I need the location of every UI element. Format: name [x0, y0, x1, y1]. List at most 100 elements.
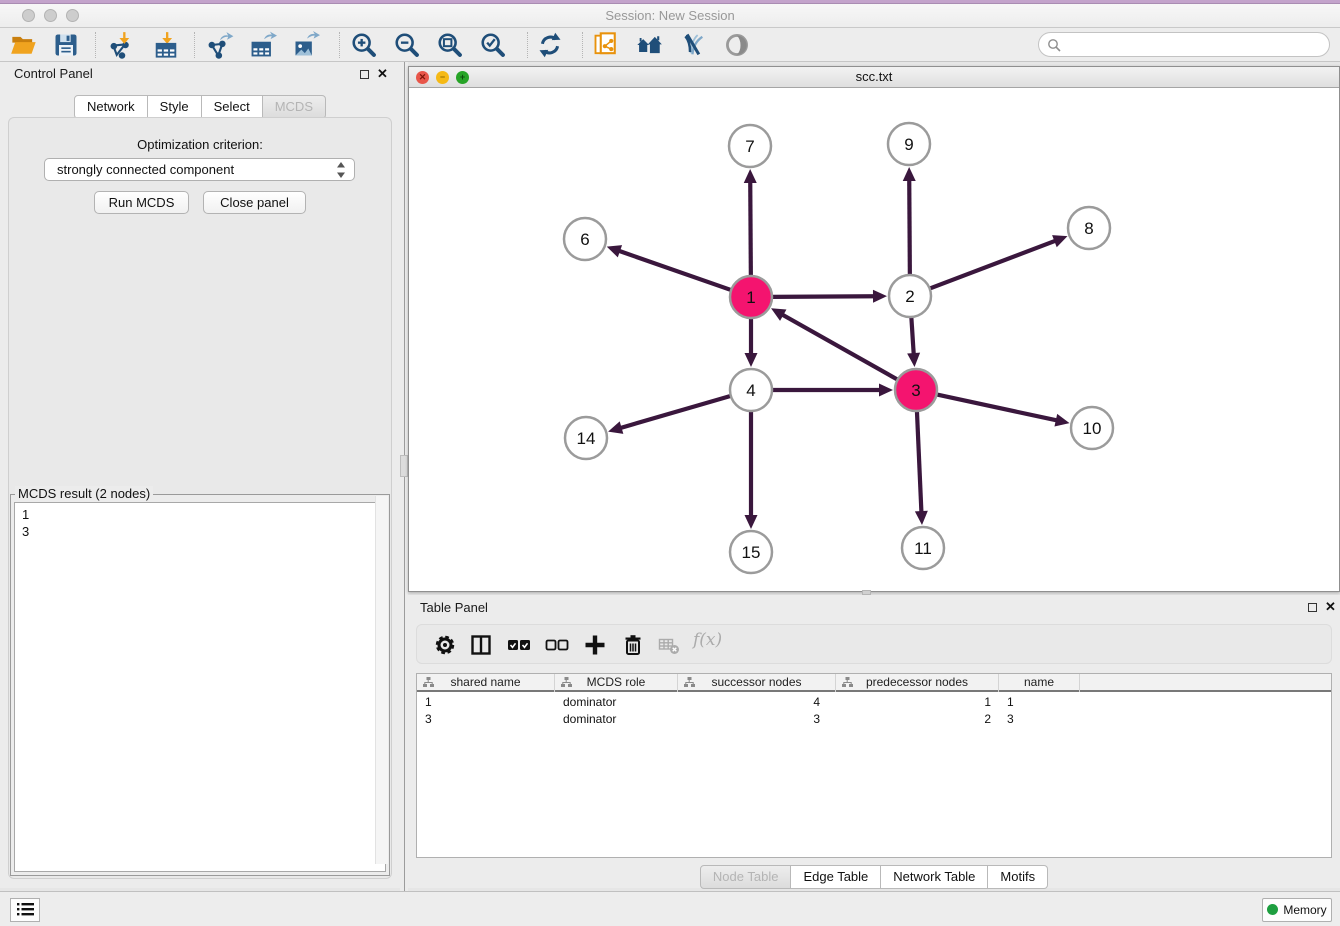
zoom-in-icon[interactable]: [350, 31, 378, 59]
cell-shared-name[interactable]: 1: [417, 694, 555, 711]
show-graphics-details-icon[interactable]: [723, 31, 751, 59]
tab-mcds[interactable]: MCDS: [263, 95, 326, 119]
mcds-result-text[interactable]: 1 3: [14, 502, 386, 872]
zoom-fit-icon[interactable]: [436, 31, 464, 59]
cell-successor-nodes[interactable]: 3: [678, 711, 836, 728]
column-header-shared-name[interactable]: shared name: [417, 674, 555, 692]
export-table-icon[interactable]: [249, 31, 277, 59]
graph-edge-3-1[interactable]: [781, 314, 897, 380]
minimize-view-button[interactable]: −: [436, 71, 449, 84]
settings-icon[interactable]: [433, 633, 457, 657]
refresh-layout-icon[interactable]: [536, 31, 564, 59]
function-builder-icon[interactable]: f(x): [693, 630, 717, 654]
column-header-MCDS-role[interactable]: MCDS role: [555, 674, 678, 692]
delete-column-icon[interactable]: [621, 633, 645, 657]
column-header-predecessor-nodes[interactable]: predecessor nodes: [836, 674, 999, 692]
memory-button[interactable]: Memory: [1262, 898, 1332, 922]
tab-select[interactable]: Select: [202, 95, 263, 119]
graph-edge-2-8[interactable]: [930, 240, 1057, 288]
tab-motifs[interactable]: Motifs: [988, 865, 1048, 889]
tab-node-table[interactable]: Node Table: [700, 865, 792, 889]
graph-node-label-14: 14: [577, 429, 596, 448]
graph-node-label-3: 3: [911, 381, 920, 400]
graph-edge-1-6[interactable]: [618, 251, 731, 291]
close-panel-icon[interactable]: ✕: [377, 66, 388, 82]
toolbar-divider: [194, 32, 195, 58]
export-network-icon[interactable]: [206, 31, 234, 59]
graph-edge-3-10[interactable]: [937, 394, 1058, 420]
list-icon: [17, 902, 34, 917]
graph-edge-1-7[interactable]: [750, 181, 751, 276]
close-panel-button[interactable]: Close panel: [203, 191, 306, 214]
table-row-3[interactable]: 3dominator323: [417, 711, 1331, 728]
column-header-name[interactable]: name: [999, 674, 1080, 692]
cell-MCDS-role[interactable]: dominator: [555, 711, 678, 728]
close-window-button[interactable]: [22, 9, 35, 22]
graph-node-label-4: 4: [746, 381, 755, 400]
minimize-window-button[interactable]: [44, 9, 57, 22]
split-view-icon[interactable]: [469, 633, 493, 657]
float-table-panel-icon[interactable]: [1308, 603, 1317, 612]
close-view-button[interactable]: ✕: [416, 71, 429, 84]
app-titlebar: Session: New Session: [0, 4, 1340, 28]
tab-network-table[interactable]: Network Table: [881, 865, 988, 889]
run-mcds-button[interactable]: Run MCDS: [94, 191, 189, 214]
maximize-view-button[interactable]: +: [456, 71, 469, 84]
graph-edge-2-9[interactable]: [909, 179, 910, 275]
float-panel-icon[interactable]: [360, 70, 369, 79]
graph-node-label-10: 10: [1083, 419, 1102, 438]
zoom-out-icon[interactable]: [393, 31, 421, 59]
splitter-grip[interactable]: [400, 455, 408, 477]
column-header-successor-nodes[interactable]: successor nodes: [678, 674, 836, 692]
desktop-area: Control Panel ✕ NetworkStyleSelectMCDS O…: [0, 62, 1340, 891]
add-column-icon[interactable]: [583, 633, 607, 657]
network-window-titlebar[interactable]: ✕ − + scc.txt: [409, 67, 1339, 88]
close-table-panel-icon[interactable]: ✕: [1325, 599, 1336, 615]
dropdown-stepper-icon: [336, 161, 346, 179]
zoom-selected-icon[interactable]: [479, 31, 507, 59]
search-input[interactable]: [1038, 32, 1330, 57]
table-row-1[interactable]: 1dominator411: [417, 694, 1331, 711]
tab-network[interactable]: Network: [74, 95, 148, 119]
delete-table-icon[interactable]: [657, 633, 681, 657]
graph-arrowhead-1-4: [745, 353, 758, 367]
cell-name[interactable]: 1: [999, 694, 1080, 711]
vertical-splitter[interactable]: [400, 62, 408, 891]
graph-edge-3-11[interactable]: [917, 411, 922, 513]
deselect-all-checkboxes-icon[interactable]: [545, 633, 569, 657]
select-all-checkboxes-icon[interactable]: [507, 633, 531, 657]
graph-arrowhead-1-6: [607, 245, 622, 257]
graph-node-label-1: 1: [746, 288, 755, 307]
hide-graphics-details-icon[interactable]: [679, 31, 707, 59]
network-view-window: ✕ − + scc.txt 7968124314101511: [408, 66, 1340, 592]
optimization-criterion-select[interactable]: strongly connected component: [44, 158, 355, 181]
import-network-icon[interactable]: [108, 31, 136, 59]
open-session-icon[interactable]: [10, 31, 38, 59]
tab-edge-table[interactable]: Edge Table: [791, 865, 881, 889]
toolbar-divider: [95, 32, 96, 58]
tab-style[interactable]: Style: [148, 95, 202, 119]
cell-successor-nodes[interactable]: 4: [678, 694, 836, 711]
new-network-from-file-icon[interactable]: [592, 31, 620, 59]
export-image-icon[interactable]: [292, 31, 320, 59]
zoom-window-button[interactable]: [66, 9, 79, 22]
save-session-icon[interactable]: [52, 31, 80, 59]
toolbar-divider: [527, 32, 528, 58]
graph-edge-4-14[interactable]: [620, 396, 731, 428]
task-history-button[interactable]: [10, 898, 40, 922]
graph-edge-2-3[interactable]: [911, 317, 913, 355]
network-view-title: scc.txt: [409, 67, 1339, 87]
graph-arrowhead-4-15: [745, 515, 758, 529]
graph-node-label-15: 15: [742, 543, 761, 562]
network-canvas[interactable]: 7968124314101511: [409, 88, 1339, 591]
cell-predecessor-nodes[interactable]: 2: [836, 711, 999, 728]
cell-MCDS-role[interactable]: dominator: [555, 694, 678, 711]
cell-predecessor-nodes[interactable]: 1: [836, 694, 999, 711]
graph-edge-1-2[interactable]: [772, 296, 875, 297]
graph-arrowhead-2-9: [903, 167, 916, 181]
result-scrollbar[interactable]: [375, 496, 388, 864]
home-icon[interactable]: [635, 31, 663, 59]
cell-shared-name[interactable]: 3: [417, 711, 555, 728]
cell-name[interactable]: 3: [999, 711, 1080, 728]
import-table-icon[interactable]: [152, 31, 180, 59]
